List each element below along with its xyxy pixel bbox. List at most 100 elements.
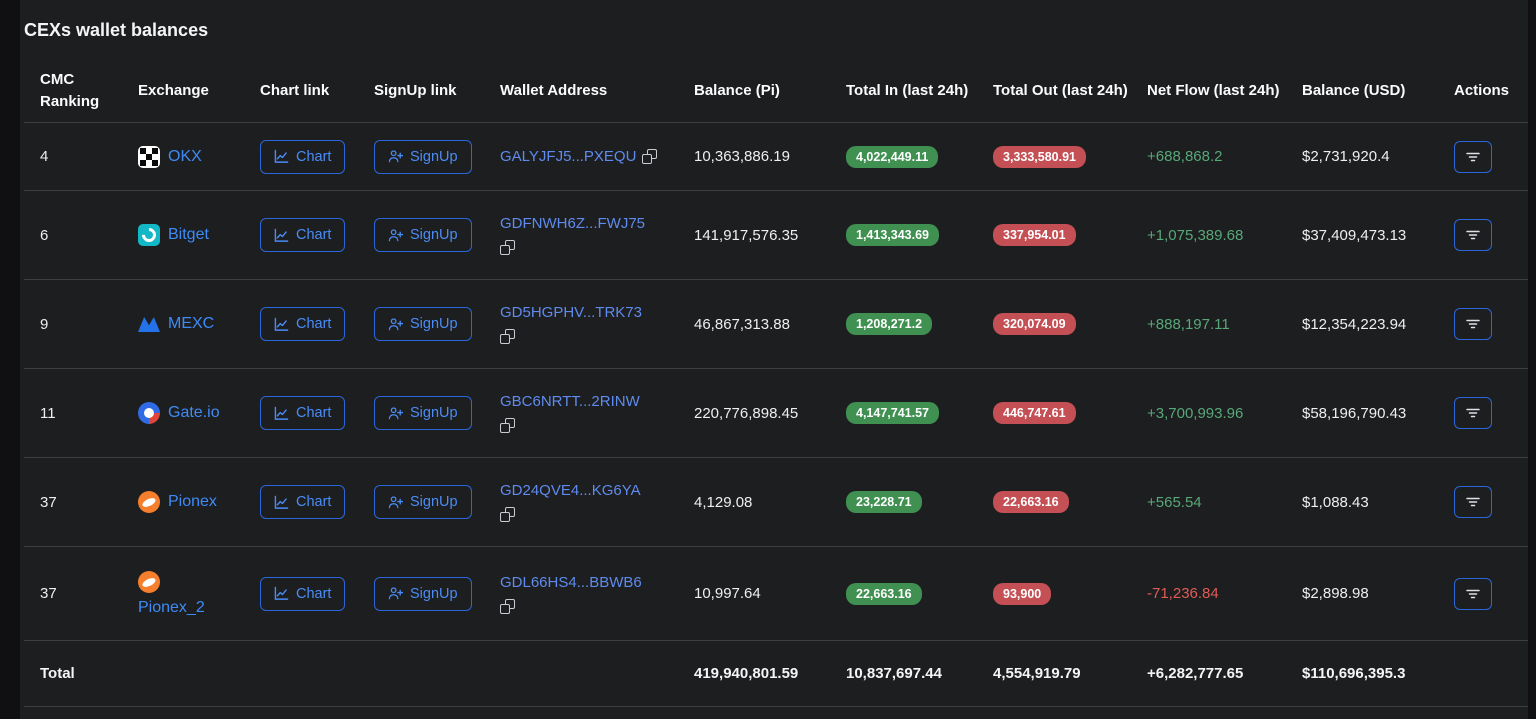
chart-link-cell: Chart — [260, 218, 374, 252]
chart-button[interactable]: Chart — [260, 485, 346, 519]
chart-button-label: Chart — [296, 494, 332, 510]
actions-button[interactable] — [1454, 397, 1492, 429]
exchange-link[interactable]: Pionex_2 — [138, 599, 205, 617]
total-in-cell: 1,413,343.69 — [846, 224, 993, 246]
header-exchange: Exchange — [138, 81, 209, 99]
actions-cell — [1454, 219, 1528, 251]
exchange-cell: MEXC — [138, 313, 260, 335]
signup-link-cell: SignUp — [374, 139, 500, 174]
table-row: 9 MEXC Chart SignUp GD5HGPHV...TRK73 46,… — [24, 280, 1528, 369]
signup-button-label: SignUp — [410, 227, 458, 243]
signup-button[interactable]: SignUp — [374, 139, 472, 174]
signup-button[interactable]: SignUp — [374, 307, 472, 341]
copy-icon[interactable] — [500, 418, 515, 433]
exchange-link[interactable]: OKX — [168, 148, 202, 166]
signup-button-label: SignUp — [410, 148, 458, 165]
table-row: 6 Bitget Chart SignUp GDFNWH6Z...FWJ75 1… — [24, 191, 1528, 280]
chart-link-cell: Chart — [260, 139, 374, 174]
wallet-address-link[interactable]: GBC6NRTT...2RINW — [500, 393, 640, 410]
net-flow-value: +565.54 — [1147, 493, 1202, 511]
signup-button[interactable]: SignUp — [374, 396, 472, 430]
exchange-cell: Pionex_2 — [138, 570, 260, 617]
net-flow-value: +888,197.11 — [1147, 315, 1230, 333]
person-plus-icon — [388, 406, 403, 419]
copy-icon[interactable] — [500, 240, 515, 255]
person-plus-icon — [388, 495, 403, 508]
wallet-address-link[interactable]: GALYJFJ5...PXEQU — [500, 148, 636, 165]
balance-usd-value: $58,196,790.43 — [1302, 404, 1407, 422]
pionex-logo-icon — [138, 491, 160, 513]
actions-button[interactable] — [1454, 577, 1492, 610]
total-out-badge: 93,900 — [993, 582, 1052, 605]
filter-icon — [1466, 408, 1480, 418]
total-out-value: 4,554,919.79 — [993, 665, 1081, 682]
exchange-link[interactable]: Gate.io — [168, 404, 220, 422]
okx-logo-icon — [138, 145, 160, 168]
signup-button[interactable]: SignUp — [374, 485, 472, 519]
actions-button[interactable] — [1454, 486, 1492, 518]
balance-usd-value: $2,898.98 — [1302, 585, 1369, 602]
chart-button-label: Chart — [296, 585, 332, 602]
net-flow-cell: +1,075,389.68 — [1147, 227, 1302, 244]
chart-button[interactable]: Chart — [260, 218, 346, 252]
table-row: 11 Gate.io Chart SignUp GBC6NRTT...2RINW… — [24, 369, 1528, 458]
copy-icon[interactable] — [500, 329, 515, 344]
chart-button[interactable]: Chart — [260, 576, 346, 611]
actions-button[interactable] — [1454, 308, 1492, 340]
signup-link-cell: SignUp — [374, 396, 500, 430]
signup-button[interactable]: SignUp — [374, 218, 472, 252]
balance-pi-value: 10,363,886.19 — [694, 148, 790, 165]
chart-button-label: Chart — [296, 405, 332, 421]
total-out-cell: 446,747.61 — [993, 402, 1147, 424]
chart-link-cell: Chart — [260, 307, 374, 341]
person-plus-icon — [388, 150, 403, 163]
header-balance-usd: Balance (USD) — [1302, 81, 1406, 99]
copy-icon[interactable] — [500, 598, 515, 614]
net-flow-cell: +565.54 — [1147, 494, 1302, 511]
chart-button[interactable]: Chart — [260, 139, 346, 174]
signup-button-label: SignUp — [410, 316, 458, 332]
line-chart-icon — [274, 149, 289, 163]
total-balance-pi: 419,940,801.59 — [694, 665, 799, 682]
total-in-badge: 4,147,741.57 — [846, 402, 939, 424]
actions-cell — [1454, 577, 1528, 610]
table-row: 4 OKX Chart SignUp GALYJFJ5...PXEQU 10,3… — [24, 123, 1528, 191]
person-plus-icon — [388, 317, 403, 330]
signup-button[interactable]: SignUp — [374, 576, 472, 611]
exchange-link[interactable]: MEXC — [168, 315, 214, 333]
mexc-logo-icon — [138, 313, 160, 335]
exchange-link[interactable]: Bitget — [168, 226, 209, 244]
chart-link-cell: Chart — [260, 396, 374, 430]
balances-table: CMC Ranking Exchange Chart link SignUp l… — [24, 59, 1528, 707]
page: CEXs wallet balances CMC Ranking Exchang… — [20, 0, 1528, 719]
wallet-address-link[interactable]: GDL66HS4...BBWB6 — [500, 574, 642, 591]
filter-icon — [1466, 497, 1480, 507]
actions-cell — [1454, 486, 1528, 518]
exchange-cell: Gate.io — [138, 402, 260, 424]
gateio-logo-icon — [138, 402, 160, 424]
total-out-badge: 446,747.61 — [993, 402, 1076, 424]
wallet-address-link[interactable]: GD5HGPHV...TRK73 — [500, 304, 642, 321]
wallet-address-link[interactable]: GD24QVE4...KG6YA — [500, 482, 641, 499]
line-chart-icon — [274, 228, 289, 242]
wallet-address-link[interactable]: GDFNWH6Z...FWJ75 — [500, 215, 645, 232]
chart-button[interactable]: Chart — [260, 396, 346, 430]
balance-usd-value: $37,409,473.13 — [1302, 226, 1407, 244]
exchange-link[interactable]: Pionex — [168, 493, 217, 511]
wallet-address-cell: GBC6NRTT...2RINW — [500, 393, 694, 433]
header-actions: Actions — [1454, 81, 1510, 99]
table-row: 37 Pionex Chart SignUp GD24QVE4...KG6YA … — [24, 458, 1528, 547]
header-chart-link: Chart link — [260, 81, 330, 99]
copy-icon[interactable] — [500, 507, 515, 522]
actions-button[interactable] — [1454, 140, 1492, 173]
chart-button[interactable]: Chart — [260, 307, 346, 341]
filter-icon — [1466, 152, 1480, 161]
wallet-address-cell: GD5HGPHV...TRK73 — [500, 304, 694, 344]
signup-button-label: SignUp — [410, 405, 458, 421]
signup-button-label: SignUp — [410, 494, 458, 510]
copy-icon[interactable] — [642, 149, 658, 164]
total-out-badge: 22,663.16 — [993, 491, 1069, 513]
actions-button[interactable] — [1454, 219, 1492, 251]
net-flow-value: +688,868.2 — [1147, 148, 1223, 165]
total-in-badge: 4,022,449.11 — [846, 145, 939, 168]
